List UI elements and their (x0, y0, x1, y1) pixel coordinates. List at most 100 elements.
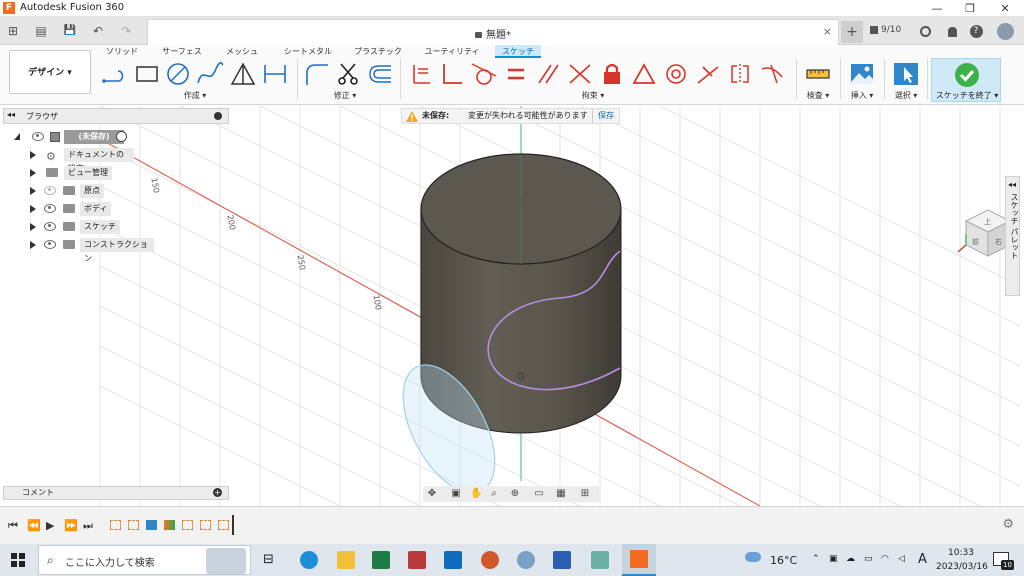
collinear-constraint-icon[interactable] (565, 61, 595, 87)
help-icon[interactable]: ? (968, 22, 984, 40)
tab-solid[interactable]: ソリッド (100, 45, 144, 58)
excel-icon[interactable] (372, 551, 390, 569)
save-icon[interactable]: 💾 (62, 22, 78, 40)
taskbar-search-box[interactable]: ⌕ ここに入力して検索 (38, 545, 251, 575)
viewport-svg[interactable]: 100 150 100 200 250 100 上 前 右 (0, 106, 1024, 506)
view-cube[interactable]: 上 前 右 (957, 209, 1012, 257)
browser-item-origin[interactable]: 原点 (14, 183, 134, 199)
battery-icon[interactable]: ▭ (864, 554, 873, 564)
tab-sketch[interactable]: スケッチ (495, 45, 541, 58)
maximize-button[interactable]: ❐ (956, 1, 984, 16)
zoom-icon[interactable]: ⌕ (488, 488, 500, 500)
tangent-constraint-icon[interactable] (469, 61, 499, 87)
equal-constraint-icon[interactable] (501, 61, 531, 87)
browser-panel-header[interactable]: ◂◂ ブラウザ (3, 108, 229, 124)
minimize-button[interactable]: — (923, 1, 951, 16)
rectangle-tool-icon[interactable] (132, 61, 162, 87)
notification-center-icon[interactable]: 10 (993, 552, 1014, 570)
triangle-tool-icon[interactable] (228, 61, 258, 87)
select-cursor-icon[interactable] (891, 61, 921, 87)
sketch-palette-tab[interactable]: ◂◂ スケッチ パレット (1005, 176, 1020, 296)
select-group-label[interactable]: 選択 ▾ (886, 90, 926, 101)
symmetry-constraint-icon[interactable] (725, 61, 755, 87)
outlook-icon[interactable] (444, 551, 462, 569)
user-avatar[interactable] (995, 22, 1015, 40)
redo-icon[interactable]: ↷ (116, 22, 136, 40)
display-settings-icon[interactable]: ▭ (533, 488, 545, 500)
volume-icon[interactable]: ◁ (898, 554, 905, 564)
fusion-taskbar-button[interactable] (622, 544, 656, 576)
perpendicular-constraint-icon[interactable] (437, 61, 467, 87)
offset-tool-icon[interactable] (365, 61, 395, 87)
wifi-icon[interactable]: ◠ (881, 554, 889, 564)
concentric-constraint-icon[interactable] (661, 61, 691, 87)
cloud-sync-icon[interactable]: ☁ (846, 554, 855, 564)
tab-sheet-metal[interactable]: シートメタル (278, 45, 338, 58)
clock-date[interactable]: 2023/03/16 (936, 562, 988, 572)
close-button[interactable]: ✕ (991, 1, 1019, 16)
browser-options-icon[interactable] (214, 112, 222, 120)
undo-icon[interactable]: ↶ (88, 22, 108, 40)
viewports-icon[interactable]: ⊞ (579, 488, 591, 500)
timeline-settings-gear-icon[interactable]: ⚙ (1002, 517, 1014, 532)
grid-settings-icon[interactable]: ▦ (555, 488, 567, 500)
tab-mesh[interactable]: メッシュ (222, 45, 262, 58)
document-tab[interactable]: 無題* × (147, 19, 839, 45)
close-document-icon[interactable]: × (823, 25, 832, 38)
new-tab-button[interactable]: + (841, 21, 863, 43)
browser-root-node[interactable]: (未保存) (14, 129, 134, 145)
look-at-icon[interactable]: ▣ (450, 488, 462, 500)
edge-browser-icon[interactable] (300, 551, 318, 569)
create-group-label[interactable]: 作成 ▾ (170, 90, 220, 101)
timeline-features[interactable] (108, 515, 236, 535)
paint-icon[interactable] (517, 551, 535, 569)
finish-sketch-button[interactable]: スケッチを終了 ▾ (931, 58, 1001, 102)
dimension-tool-icon[interactable] (260, 61, 290, 87)
measure-ruler-icon[interactable] (803, 61, 833, 87)
browser-item-document-settings[interactable]: ⚙ ドキュメントの設定 (14, 147, 134, 173)
coincident-constraint-icon[interactable] (406, 61, 436, 87)
midpoint-constraint-icon[interactable] (693, 61, 723, 87)
play-icon[interactable]: ▶ (46, 519, 54, 532)
browser-item-sketches[interactable]: スケッチ (14, 219, 134, 235)
circle-tool-icon[interactable] (163, 61, 193, 87)
powerpoint-icon[interactable] (481, 551, 499, 569)
clock-icon[interactable] (917, 22, 933, 40)
step-back-icon[interactable]: ⏪ (27, 519, 41, 532)
ime-indicator[interactable]: A (918, 552, 927, 567)
app-icon[interactable] (591, 551, 609, 569)
comments-panel[interactable]: コメント + (3, 486, 229, 500)
save-link[interactable]: 保存 (592, 109, 614, 123)
insert-image-icon[interactable] (847, 61, 877, 87)
windows-start-icon[interactable] (11, 553, 25, 567)
show-hidden-icons-icon[interactable]: ⌃ (812, 554, 820, 564)
horizontal-vertical-triangle-icon[interactable] (629, 61, 659, 87)
fix-lock-icon[interactable] (597, 61, 627, 87)
browser-item-bodies[interactable]: ボディ (14, 201, 134, 217)
fillet-tool-icon[interactable] (302, 61, 332, 87)
step-forward-icon[interactable]: ⏩ (64, 519, 78, 532)
modify-group-label[interactable]: 修正 ▾ (325, 90, 365, 101)
add-comment-icon[interactable]: + (213, 488, 222, 497)
insert-group-label[interactable]: 挿入 ▾ (842, 90, 882, 101)
tab-utility[interactable]: ユーティリティ (420, 45, 484, 58)
fit-zoom-icon[interactable]: ⊕ (509, 488, 521, 500)
job-status[interactable]: 9/10 (870, 25, 901, 35)
tab-plastic[interactable]: プラスチック (350, 45, 406, 58)
access-icon[interactable] (408, 551, 426, 569)
word-icon[interactable] (553, 551, 571, 569)
inspect-group-label[interactable]: 検査 ▾ (798, 90, 838, 101)
weather-cloud-icon[interactable] (745, 552, 761, 562)
notification-bell-icon[interactable] (944, 22, 960, 40)
spline-tool-icon[interactable] (195, 61, 225, 87)
go-to-start-icon[interactable]: ⏮ (8, 519, 18, 533)
task-view-icon[interactable]: ⊟ (263, 552, 274, 567)
pan-hand-icon[interactable]: ✋ (470, 488, 482, 500)
constraints-group-label[interactable]: 拘束 ▾ (573, 90, 613, 101)
weather-temperature[interactable]: 16°C (770, 554, 797, 567)
tray-icon[interactable]: ▣ (829, 554, 838, 564)
tab-surface[interactable]: サーフェス (158, 45, 206, 58)
timeline-marker[interactable] (232, 515, 234, 535)
browser-item-construction[interactable]: コンストラクション (14, 237, 154, 263)
clock-time[interactable]: 10:33 (948, 548, 974, 558)
